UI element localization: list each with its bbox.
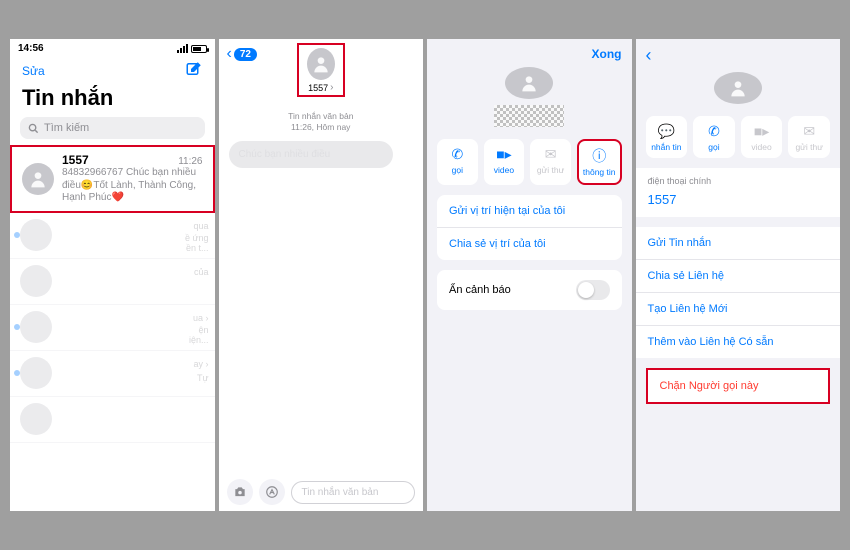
message-input[interactable]: Tin nhắn văn bản xyxy=(291,481,416,504)
video-button[interactable]: ■▸video xyxy=(741,116,783,158)
page-title: Tin nhắn xyxy=(10,83,215,117)
conv-name: 1557 xyxy=(62,153,89,167)
unread-badge: 72 xyxy=(234,48,257,61)
contact-name-redacted xyxy=(494,105,564,127)
avatar-icon xyxy=(505,67,553,99)
conv-time: 11:26 xyxy=(178,156,202,167)
phone-label: điện thoại chính xyxy=(636,168,841,188)
battery-icon xyxy=(191,45,207,53)
conv-preview: 84832966767 Chúc bạn nhiều điều😊Tốt Lành… xyxy=(62,167,203,205)
avatar-icon xyxy=(307,48,335,80)
call-button[interactable]: ✆gọi xyxy=(693,116,735,158)
search-placeholder: Tìm kiếm xyxy=(44,122,89,134)
compose-icon[interactable] xyxy=(185,60,203,81)
panel-contact-card: Xong ✆gọi ■▸video ✉gửi thư ⓘthông tin Gử… xyxy=(427,39,632,511)
status-time: 14:56 xyxy=(18,43,44,54)
avatar-icon xyxy=(714,72,762,104)
create-contact-button[interactable]: Tạo Liên hệ Mới xyxy=(636,292,841,325)
action-button-row: ✆gọi ■▸video ✉gửi thư ⓘthông tin xyxy=(437,139,622,185)
mail-icon: ✉ xyxy=(545,147,557,161)
signal-icon xyxy=(177,44,188,53)
contact-number: 1557 xyxy=(308,82,333,93)
share-location-button[interactable]: Chia sẻ vị trí của tôi xyxy=(437,227,622,260)
info-icon: ⓘ xyxy=(592,149,606,163)
mail-button[interactable]: ✉gửi thư xyxy=(530,139,571,185)
share-contact-button[interactable]: Chia sẻ Liên hệ xyxy=(636,259,841,292)
block-caller-button[interactable]: Chặn Người gọi này xyxy=(648,370,829,402)
video-icon: ■▸ xyxy=(754,124,769,138)
phone-icon: ✆ xyxy=(708,124,720,138)
back-button[interactable]: ‹ xyxy=(636,39,841,72)
contact-header[interactable]: 1557 xyxy=(297,43,345,97)
mail-button[interactable]: ✉gửi thư xyxy=(788,116,830,158)
video-button[interactable]: ■▸video xyxy=(484,139,525,185)
avatar-icon xyxy=(22,163,54,195)
hide-alerts-row[interactable]: Ẩn cảnh báo xyxy=(437,270,622,310)
conversation-row[interactable]: của xyxy=(10,259,215,305)
status-bar: 14:56 xyxy=(10,39,215,54)
hide-alerts-toggle[interactable] xyxy=(576,280,610,300)
conversation-row[interactable] xyxy=(10,397,215,443)
panel-conversation: ‹72 1557 Tin nhắn văn bản 11:26, Hôm nay… xyxy=(219,39,424,511)
panel-messages-list: 14:56 Sửa Tin nhắn Tìm kiếm 1557 11:26 84… xyxy=(10,39,215,511)
conversation-row[interactable]: quaề ứng ền t... xyxy=(10,213,215,259)
action-button-row: 💬nhắn tin ✆gọi ■▸video ✉gửi thư xyxy=(646,116,831,158)
message-meta: Tin nhắn văn bản 11:26, Hôm nay xyxy=(219,111,424,133)
back-button[interactable]: ‹72 xyxy=(227,45,257,63)
done-button[interactable]: Xong xyxy=(592,47,622,61)
message-button[interactable]: 💬nhắn tin xyxy=(646,116,688,158)
add-existing-contact-button[interactable]: Thêm vào Liên hệ Có sẵn xyxy=(636,325,841,358)
send-location-button[interactable]: Gửi vị trí hiện tại của tôi xyxy=(437,195,622,227)
message-bubble: Chúc bạn nhiều điều xyxy=(229,141,394,168)
phone-number[interactable]: 1557 xyxy=(636,188,841,217)
conversation-row[interactable]: ay ›Tự xyxy=(10,351,215,397)
panel-contact-details: ‹ 💬nhắn tin ✆gọi ■▸video ✉gửi thư điện t… xyxy=(636,39,841,511)
search-input[interactable]: Tìm kiếm xyxy=(20,117,205,139)
send-message-button[interactable]: Gửi Tin nhắn xyxy=(636,227,841,259)
call-button[interactable]: ✆gọi xyxy=(437,139,478,185)
mail-icon: ✉ xyxy=(803,124,815,138)
phone-icon: ✆ xyxy=(451,147,463,161)
info-button[interactable]: ⓘthông tin xyxy=(577,139,622,185)
conversation-row-featured[interactable]: 1557 11:26 84832966767 Chúc bạn nhiều điề… xyxy=(10,145,215,213)
hide-alerts-label: Ẩn cảnh báo xyxy=(449,284,511,296)
chat-icon: 💬 xyxy=(658,124,675,138)
edit-button[interactable]: Sửa xyxy=(22,64,45,78)
conversation-row[interactable]: ua ›ện iện... xyxy=(10,305,215,351)
appstore-icon[interactable] xyxy=(259,479,285,505)
video-icon: ■▸ xyxy=(496,147,511,161)
camera-icon[interactable] xyxy=(227,479,253,505)
